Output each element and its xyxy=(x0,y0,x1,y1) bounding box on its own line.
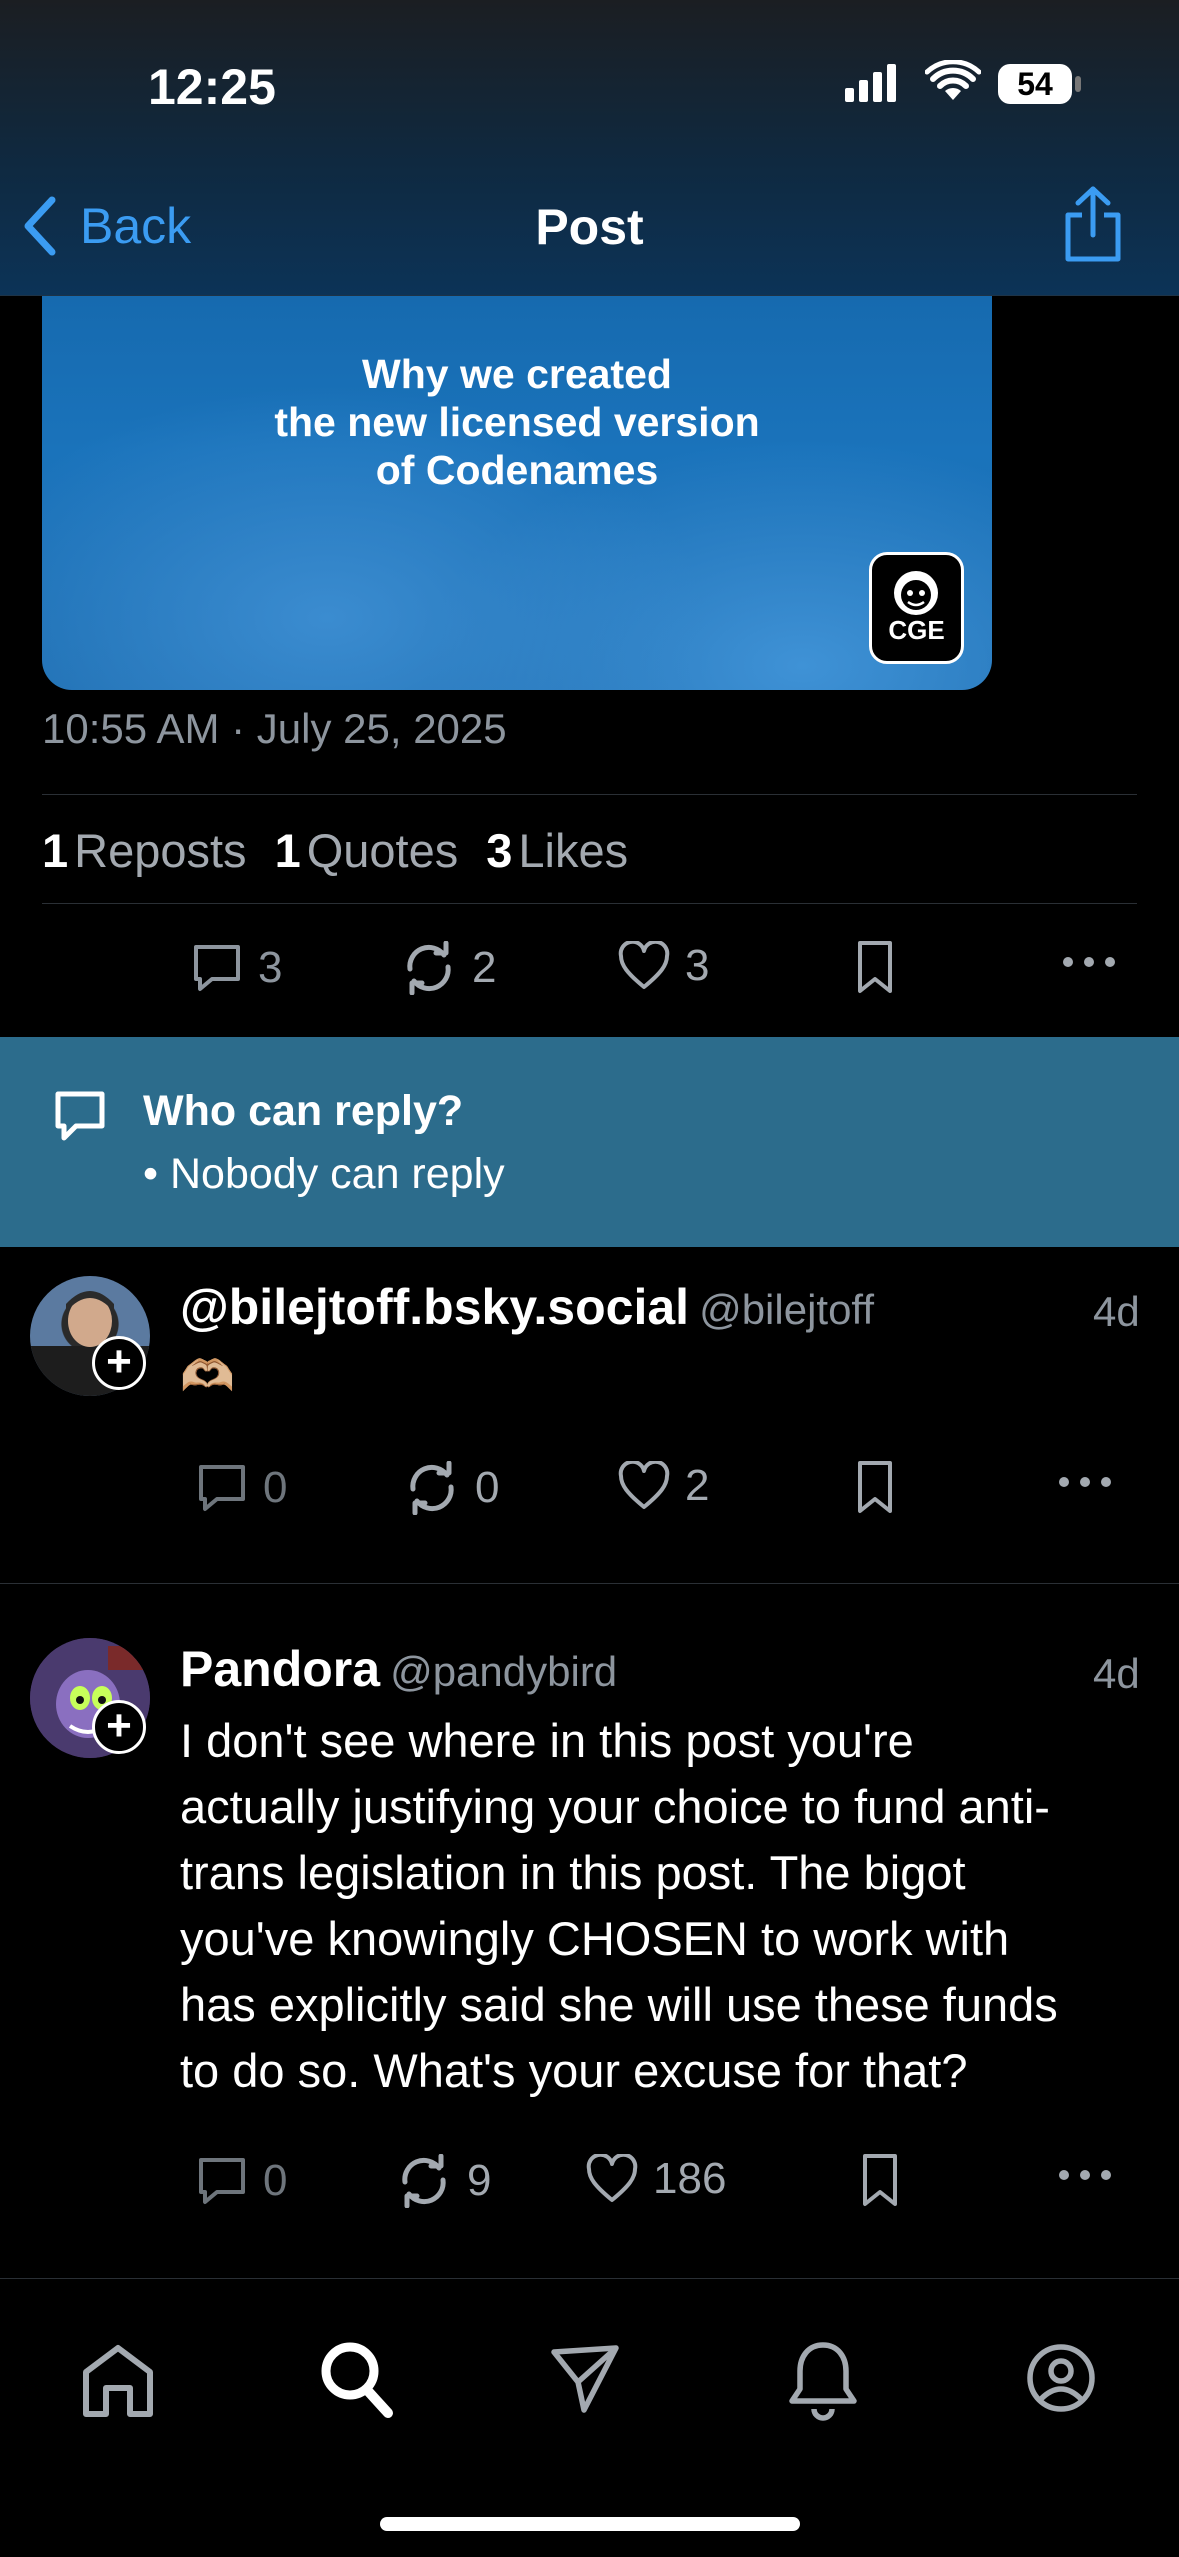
repost-icon xyxy=(402,2154,446,2208)
battery-level: 54 xyxy=(1017,66,1053,102)
repost-icon xyxy=(407,941,451,995)
bookmark-button[interactable] xyxy=(860,2152,914,2208)
more-icon xyxy=(1063,957,1115,967)
wifi-icon xyxy=(924,59,982,107)
post-stats: 1 Reposts 1 Quotes 3 Likes xyxy=(42,823,628,878)
post-action-bar: 3 2 3 xyxy=(0,935,1179,1005)
like-button[interactable]: 3 xyxy=(617,941,709,991)
chat-bubble-icon xyxy=(52,1088,108,1149)
reply-item[interactable]: + Pandora @pandybird 4d I don't see where… xyxy=(0,1584,1179,2278)
share-button[interactable] xyxy=(1060,185,1126,270)
reply-action-bar: 0 9 186 xyxy=(0,2148,1179,2218)
home-icon xyxy=(83,2345,153,2417)
post-age: 4d xyxy=(1093,1288,1140,1335)
follow-plus-button[interactable]: + xyxy=(92,1336,146,1390)
divider xyxy=(42,903,1137,904)
tab-bar xyxy=(0,2278,1179,2557)
page-title: Post xyxy=(535,199,644,255)
repost-button[interactable]: 2 xyxy=(400,941,496,995)
tab-home[interactable] xyxy=(80,2342,156,2425)
reply-settings-subtitle: • Nobody can reply xyxy=(143,1150,505,1198)
link-card-title: Why we created the new licensed version … xyxy=(274,351,760,493)
quotes-stat[interactable]: 1 Quotes xyxy=(275,823,459,878)
reply-text-line: trans legislation in this post. The bigo… xyxy=(180,1846,966,1899)
reply-text-line: actually justifying your choice to fund … xyxy=(180,1780,1050,1833)
tab-notifications[interactable] xyxy=(786,2339,860,2426)
reply-count: 3 xyxy=(258,943,283,992)
reply-item[interactable]: + @bilejtoff.bsky.social @bilejtoff 4d 🫶🏼… xyxy=(0,1250,1179,1583)
like-button[interactable]: 2 xyxy=(617,1461,709,1511)
tab-profile[interactable] xyxy=(1024,2341,1098,2420)
notifications-icon xyxy=(789,2342,857,2421)
cge-logo: CGE xyxy=(869,552,964,664)
author-handle[interactable]: @bilejtoff xyxy=(699,1286,874,1333)
home-indicator xyxy=(380,2517,800,2531)
battery-cap xyxy=(1075,76,1081,92)
like-count: 3 xyxy=(685,941,710,990)
more-button[interactable] xyxy=(1058,1475,1126,1489)
like-count: 2 xyxy=(685,1461,710,1510)
reply-count: 0 xyxy=(263,1463,288,1512)
reply-text-line: I don't see where in this post you're xyxy=(180,1714,914,1767)
likes-stat[interactable]: 3 Likes xyxy=(486,823,628,878)
bookmark-button[interactable] xyxy=(855,1459,909,1515)
messages-icon xyxy=(551,2345,619,2413)
repost-icon xyxy=(410,1461,454,1515)
tab-messages[interactable] xyxy=(548,2342,622,2421)
reposts-stat[interactable]: 1 Reposts xyxy=(42,823,247,878)
author-handle[interactable]: @pandybird xyxy=(390,1648,617,1695)
tab-search[interactable] xyxy=(318,2339,394,2424)
status-time: 12:25 xyxy=(148,59,276,115)
bookmark-button[interactable] xyxy=(855,939,909,995)
bookmark-icon xyxy=(858,941,892,993)
repost-button[interactable]: 0 xyxy=(403,1461,499,1515)
reply-icon xyxy=(199,1465,245,1511)
follow-plus-button[interactable]: + xyxy=(92,1700,146,1754)
heart-icon xyxy=(618,941,670,989)
nav-header: 12:25 54 Back Post xyxy=(0,0,1179,296)
more-icon xyxy=(1059,1477,1111,1487)
reply-settings-banner xyxy=(0,1037,1179,1247)
reply-icon xyxy=(199,2158,245,2204)
reply-action-bar: 0 0 2 xyxy=(0,1455,1179,1525)
reply-text: 🫶🏼 xyxy=(180,1352,235,1401)
reply-text-line: you've knowingly CHOSEN to work with xyxy=(180,1912,1010,1965)
bookmark-icon xyxy=(858,1461,892,1513)
heart-icon xyxy=(586,2154,638,2202)
more-button[interactable] xyxy=(1062,955,1130,969)
reply-button[interactable]: 3 xyxy=(190,941,282,995)
repost-count: 2 xyxy=(472,943,497,992)
search-icon xyxy=(321,2342,393,2418)
reply-text-line: to do so. What's your excuse for that? xyxy=(180,2044,968,2097)
profile-icon xyxy=(1027,2344,1095,2412)
battery-icon: 54 xyxy=(998,64,1072,104)
signal-icon xyxy=(845,62,905,107)
repost-button[interactable]: 9 xyxy=(395,2154,491,2208)
reply-button[interactable]: 0 xyxy=(195,1461,287,1515)
repost-count: 9 xyxy=(467,2156,492,2205)
post-age: 4d xyxy=(1093,1650,1140,1697)
reply-settings-title: Who can reply? xyxy=(143,1087,464,1135)
share-icon xyxy=(1065,186,1121,262)
heart-icon xyxy=(618,1461,670,1509)
reply-count: 0 xyxy=(263,2156,288,2205)
reply-text-line: has explicitly said she will use these f… xyxy=(180,1978,1058,2031)
repost-count: 0 xyxy=(475,1463,500,1512)
reply-icon xyxy=(194,945,240,991)
logo-text: CGE xyxy=(888,615,945,645)
like-button[interactable]: 186 xyxy=(585,2154,726,2204)
bookmark-icon xyxy=(863,2154,897,2206)
more-icon xyxy=(1059,2170,1111,2180)
more-button[interactable] xyxy=(1058,2168,1126,2182)
author-name[interactable]: @bilejtoff.bsky.social xyxy=(180,1279,689,1335)
divider xyxy=(42,794,1137,795)
like-count: 186 xyxy=(653,2154,727,2203)
author-name[interactable]: Pandora xyxy=(180,1641,380,1697)
post-timestamp: 10:55 AM · July 25, 2025 xyxy=(42,705,507,752)
reply-button[interactable]: 0 xyxy=(195,2154,287,2208)
reply-text: I don't see where in this post you're ac… xyxy=(180,1708,1160,2104)
